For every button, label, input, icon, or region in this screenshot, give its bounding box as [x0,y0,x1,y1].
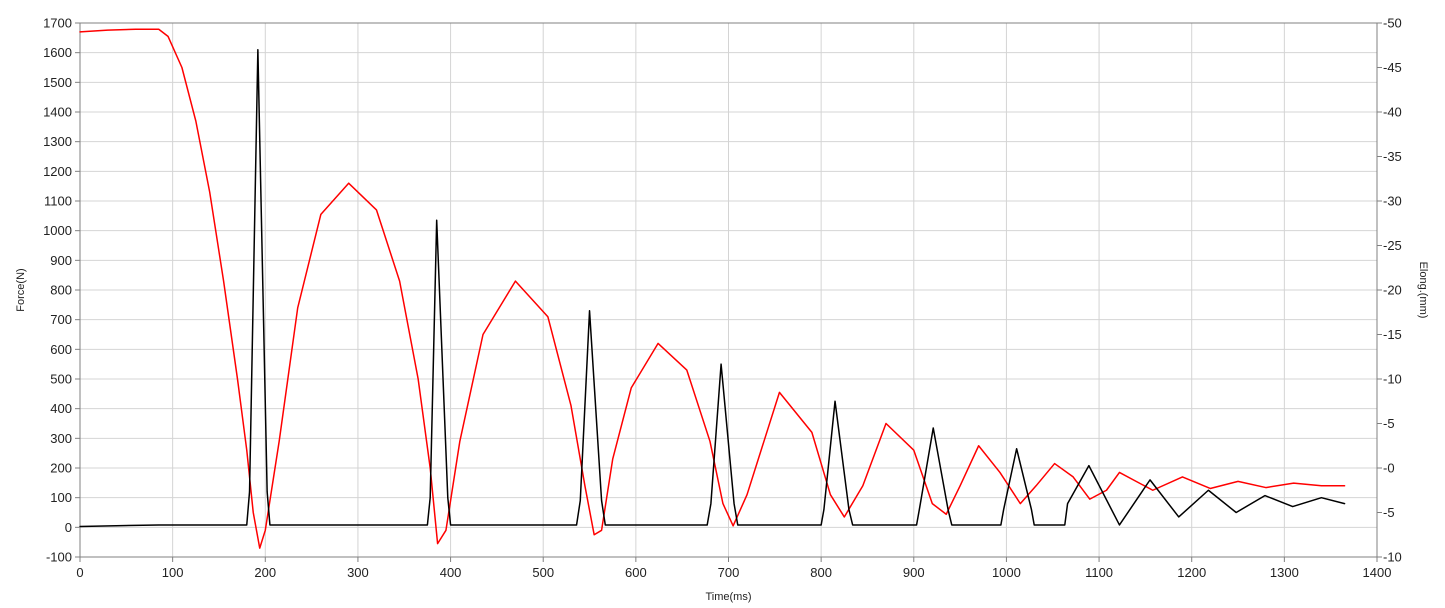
y2-tick-label: -0 [1383,461,1395,476]
x-axis-title: Time(ms) [705,591,751,603]
x-tick-label: 200 [254,565,276,580]
x-tick-label: 700 [718,565,740,580]
x-tick-label: 900 [903,565,925,580]
x-tick-label: 1000 [992,565,1021,580]
y-axis-title: Force(N) [15,268,27,311]
y-tick-label: 1500 [43,75,72,90]
y2-tick-label: -35 [1383,149,1402,164]
y2-tick-label: -5 [1383,505,1395,520]
y2-tick-label: -10 [1383,550,1402,565]
y-tick-label: 800 [50,283,72,298]
series-layer [79,28,1346,549]
y-tick-label: 1200 [43,164,72,179]
y-axis-ticks: -100 0 100 200 300 400 500 600 700 800 900 1000 1100… [43,16,80,565]
y-tick-label: 1300 [43,134,72,149]
y-tick-label: 400 [50,401,72,416]
x-tick-label: 600 [625,565,647,580]
y2-tick-label: -5 [1383,416,1395,431]
y-tick-label: 200 [50,461,72,476]
y2-tick-label: -25 [1383,238,1402,253]
y-tick-label: 700 [50,312,72,327]
y-tick-label: 1100 [44,194,72,209]
x-tick-label: 0 [76,565,83,580]
y-tick-label: -100 [46,550,72,565]
x-tick-label: 300 [347,565,369,580]
y2-tick-label: -50 [1383,16,1402,31]
y-tick-label: 1700 [43,16,72,31]
y2-tick-label: -15 [1383,327,1402,342]
x-tick-label: 400 [440,565,462,580]
y2-tick-label: -40 [1383,105,1402,120]
y2-axis-title: Elong.(mm) [1417,262,1429,319]
force-elongation-chart: 0 100 200 300 400 500 600 700 800 900 1000 1100 1200… [15,16,1429,604]
x-tick-label: 500 [532,565,554,580]
elongation-series-line [79,28,1346,549]
x-tick-label: 1300 [1270,565,1299,580]
y-tick-label: 0 [65,520,72,535]
y-tick-label: 1600 [43,45,72,60]
y-tick-label: 1400 [43,105,72,120]
y-tick-label: 600 [50,342,72,357]
y-tick-label: 500 [50,372,72,387]
y2-tick-label: -45 [1383,60,1402,75]
x-tick-label: 1100 [1085,565,1113,580]
y-tick-label: 300 [50,431,72,446]
y2-tick-label: -30 [1383,194,1402,209]
x-tick-label: 1200 [1177,565,1206,580]
y-tick-label: 100 [50,490,72,505]
x-axis-ticks: 0 100 200 300 400 500 600 700 800 900 1000 1100 1200… [76,557,1391,580]
y2-tick-label: -20 [1383,283,1402,298]
y2-axis-ticks: -10 -5 -0 -5 -10 -15 -20 -25 -30 -35 -40 -45 -50 [1377,16,1402,565]
x-tick-label: 1400 [1363,565,1392,580]
x-tick-label: 100 [162,565,184,580]
y-tick-label: 900 [50,253,72,268]
y2-tick-label: -10 [1383,372,1402,387]
y-tick-label: 1000 [43,223,72,238]
x-tick-label: 800 [810,565,832,580]
